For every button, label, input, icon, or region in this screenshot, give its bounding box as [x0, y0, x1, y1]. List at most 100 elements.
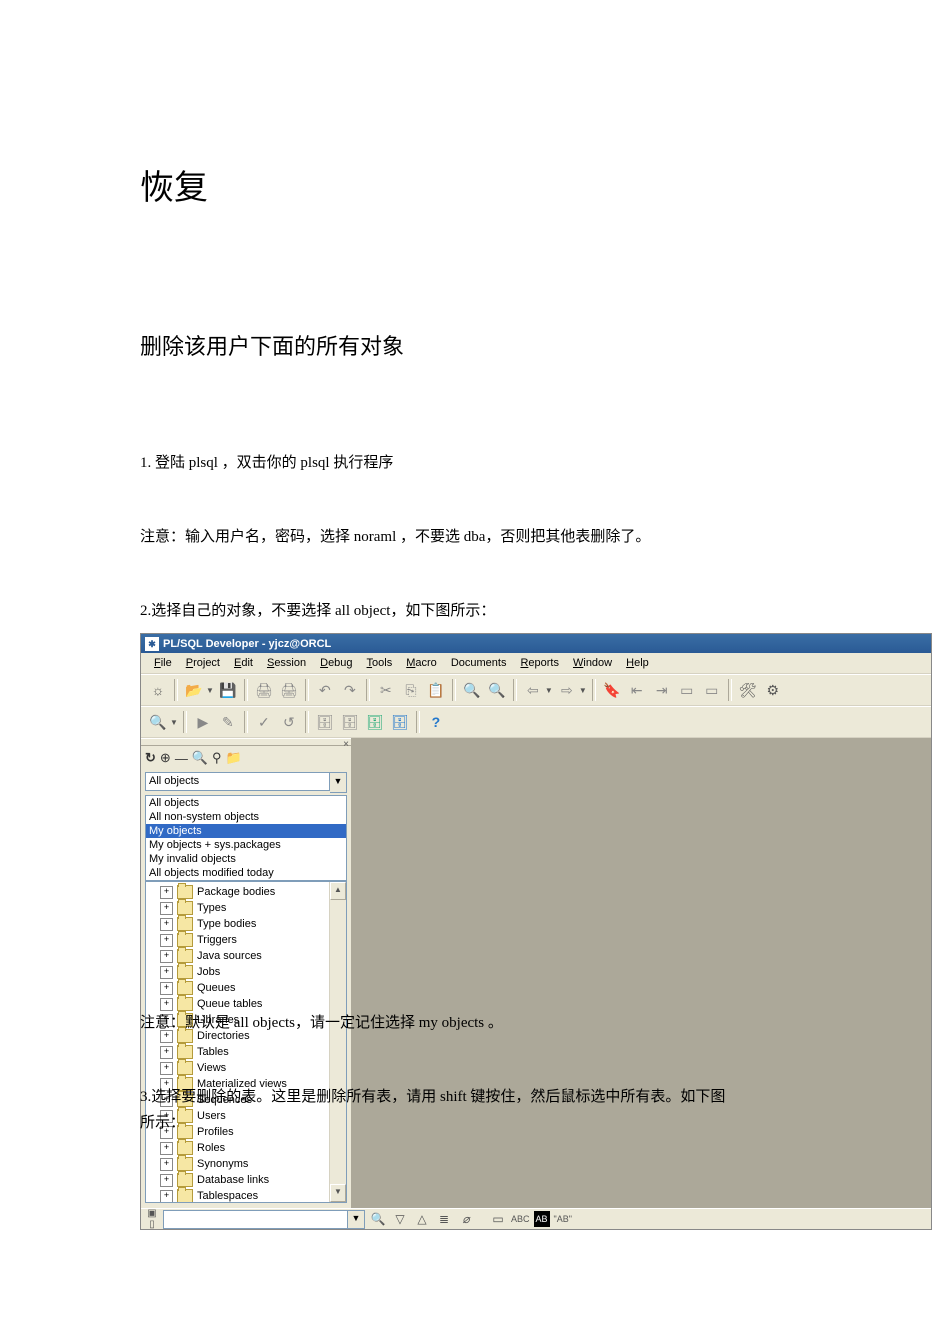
paste-icon[interactable]: 📋 — [425, 679, 447, 701]
open-icon[interactable]: 📂 — [183, 679, 205, 701]
expand-icon[interactable]: ⊕ — [160, 750, 171, 766]
status-combo-dropdown-icon[interactable]: ▼ — [347, 1211, 364, 1228]
abc-label[interactable]: ABC — [511, 1211, 530, 1227]
tree-expander-icon[interactable]: + — [160, 934, 173, 947]
list-icon[interactable]: ≣ — [435, 1211, 453, 1227]
object-filter-combo[interactable]: All objects ▼ — [145, 772, 347, 793]
help-icon[interactable]: ? — [425, 711, 447, 733]
dropdown-option[interactable]: All objects modified today — [146, 866, 346, 880]
redo-icon[interactable]: ↷ — [339, 679, 361, 701]
indent-left-icon[interactable]: ⇤ — [626, 679, 648, 701]
dropdown-option[interactable]: My invalid objects — [146, 852, 346, 866]
tree-item[interactable]: +Java sources — [146, 948, 346, 964]
tree-scrollbar[interactable]: ▲ ▼ — [329, 882, 346, 1202]
scroll-up-icon[interactable]: ▲ — [330, 882, 346, 900]
ab-box-label[interactable]: AB — [534, 1211, 550, 1227]
status-toggle-icon[interactable]: ▣▯ — [145, 1208, 159, 1230]
nav-back-dropdown-icon[interactable]: ▼ — [545, 686, 553, 695]
object-tree[interactable]: +Package bodies+Types+Type bodies+Trigge… — [145, 881, 347, 1203]
tree-item[interactable]: +Tablespaces — [146, 1188, 346, 1203]
tree-expander-icon[interactable]: + — [160, 1062, 173, 1075]
tree-item[interactable]: +Types — [146, 900, 346, 916]
tree-item[interactable]: +Tables — [146, 1044, 346, 1060]
menu-reports[interactable]: Reports — [513, 655, 566, 671]
collapse-icon[interactable]: — — [175, 751, 188, 766]
tree-expander-icon[interactable]: + — [160, 998, 173, 1011]
menu-tools[interactable]: Tools — [360, 655, 400, 671]
tree-item[interactable]: +Roles — [146, 1140, 346, 1156]
tree-item[interactable]: +Jobs — [146, 964, 346, 980]
replace-icon[interactable]: 🔍 — [486, 679, 508, 701]
pane-close-icon[interactable]: × — [343, 739, 349, 750]
indent-right-icon[interactable]: ⇥ — [651, 679, 673, 701]
uncomment-icon[interactable]: ▭ — [701, 679, 723, 701]
dropdown-option[interactable]: My objects — [146, 824, 346, 838]
dropdown-option[interactable]: My objects + sys.packages — [146, 838, 346, 852]
cut-icon[interactable]: ✂ — [375, 679, 397, 701]
folder-nav-icon[interactable]: 📁 — [226, 750, 242, 766]
undo-icon[interactable]: ↶ — [314, 679, 336, 701]
print-icon[interactable]: 🖨 — [253, 679, 275, 701]
tree-item[interactable]: +Type bodies — [146, 916, 346, 932]
options-icon[interactable]: ⚙ — [762, 679, 784, 701]
menu-macro[interactable]: Macro — [399, 655, 444, 671]
tree-expander-icon[interactable]: + — [160, 1190, 173, 1203]
tree-expander-icon[interactable]: + — [160, 982, 173, 995]
tree-item[interactable]: +Views — [146, 1060, 346, 1076]
tree-expander-icon[interactable]: + — [160, 1142, 173, 1155]
refresh-icon[interactable]: ↻ — [145, 750, 156, 766]
zoom-icon[interactable]: 🔍 — [147, 711, 169, 733]
tree-item[interactable]: +Synonyms — [146, 1156, 346, 1172]
tree-expander-icon[interactable]: + — [160, 1174, 173, 1187]
execute-icon[interactable]: ▶ — [192, 711, 214, 733]
break-icon[interactable]: ✎ — [217, 711, 239, 733]
tree-expander-icon[interactable]: + — [160, 950, 173, 963]
zoom-dropdown-icon[interactable]: ▼ — [170, 718, 178, 727]
menu-edit[interactable]: Edit — [227, 655, 260, 671]
tools-icon[interactable]: 🛠 — [737, 679, 759, 701]
tree-item[interactable]: +Database links — [146, 1172, 346, 1188]
tree-item[interactable]: +Queue tables — [146, 996, 346, 1012]
db-icon-2[interactable]: 🗄 — [339, 711, 361, 733]
menu-debug[interactable]: Debug — [313, 655, 359, 671]
menu-session[interactable]: Session — [260, 655, 313, 671]
ab-quoted-label[interactable]: "AB" — [554, 1211, 572, 1227]
tree-item[interactable]: +Queues — [146, 980, 346, 996]
nav-fwd-dropdown-icon[interactable]: ▼ — [579, 686, 587, 695]
commit-icon[interactable]: ✓ — [253, 711, 275, 733]
bookmark-icon[interactable]: 🔖 — [601, 679, 623, 701]
print-preview-icon[interactable]: 🖨 — [278, 679, 300, 701]
down-triangle-icon[interactable]: ▽ — [391, 1211, 409, 1227]
status-combo[interactable]: ▼ — [163, 1210, 365, 1229]
open-dropdown-icon[interactable]: ▼ — [206, 686, 214, 695]
save-icon[interactable]: 💾 — [217, 679, 239, 701]
menu-file[interactable]: File — [147, 655, 179, 671]
db-icon-4[interactable]: 🗄 — [389, 711, 411, 733]
find-bar-icon[interactable]: 🔍 — [369, 1211, 387, 1227]
tree-item[interactable]: +Package bodies — [146, 884, 346, 900]
scroll-down-icon[interactable]: ▼ — [330, 1184, 346, 1202]
tree-item[interactable]: +Triggers — [146, 932, 346, 948]
find-object-icon[interactable]: 🔍 — [192, 750, 208, 766]
tree-expander-icon[interactable]: + — [160, 1046, 173, 1059]
tree-expander-icon[interactable]: + — [160, 1158, 173, 1171]
filter-icon[interactable]: ⚲ — [212, 750, 222, 766]
nav-back-icon[interactable]: ⇦ — [522, 679, 544, 701]
comment-icon[interactable]: ▭ — [676, 679, 698, 701]
up-triangle-icon[interactable]: △ — [413, 1211, 431, 1227]
dropdown-option[interactable]: All objects — [146, 796, 346, 810]
menu-project[interactable]: Project — [179, 655, 227, 671]
db-icon-3[interactable]: 🗄 — [364, 711, 386, 733]
menu-documents[interactable]: Documents — [444, 655, 514, 671]
dropdown-option[interactable]: All non-system objects — [146, 810, 346, 824]
tree-expander-icon[interactable]: + — [160, 918, 173, 931]
logon-icon[interactable]: ☼ — [147, 679, 169, 701]
rollback-icon[interactable]: ↺ — [278, 711, 300, 733]
menu-window[interactable]: Window — [566, 655, 619, 671]
object-filter-dropdown-icon[interactable]: ▼ — [330, 772, 347, 793]
copy-icon[interactable]: ⎘ — [400, 679, 422, 701]
case-box-icon[interactable]: ▭ — [489, 1211, 507, 1227]
find-icon[interactable]: 🔍 — [461, 679, 483, 701]
nav-fwd-icon[interactable]: ⇨ — [556, 679, 578, 701]
tree-expander-icon[interactable]: + — [160, 966, 173, 979]
